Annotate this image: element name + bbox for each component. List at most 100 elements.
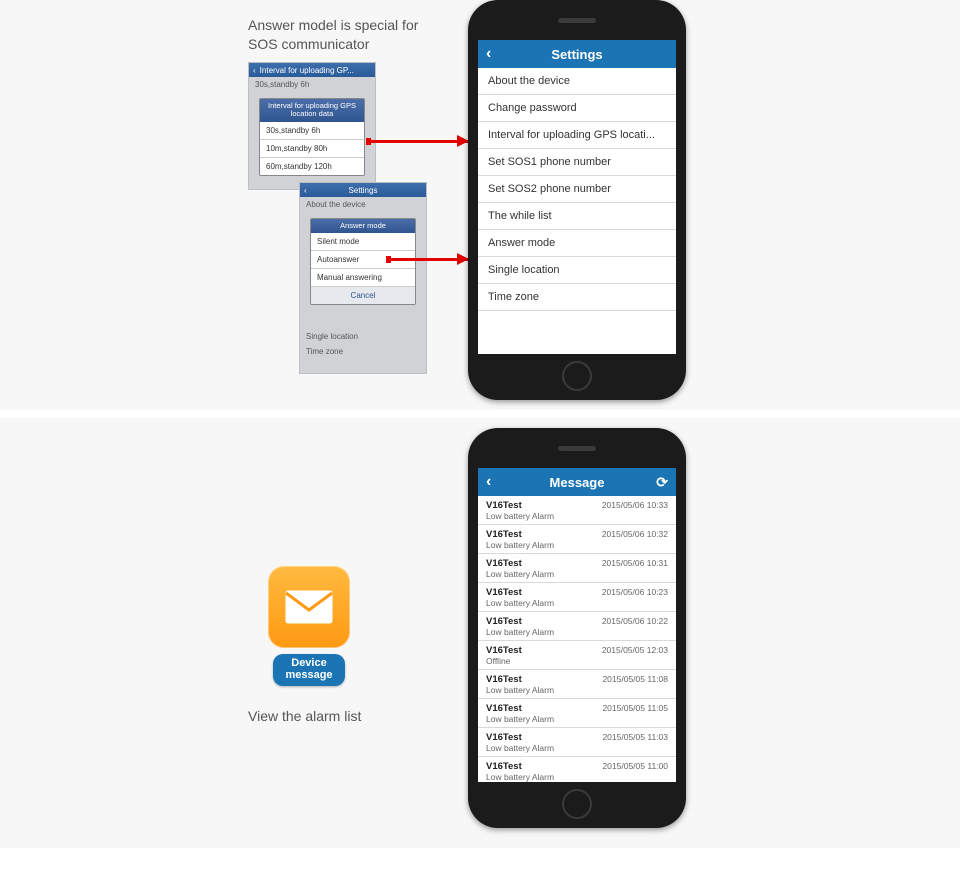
- msg-timestamp: 2015/05/05 11:03: [602, 732, 668, 753]
- msg-title: V16Test: [486, 645, 522, 656]
- mini-screenshot-answermode: ‹ Settings About the device Answer mode …: [299, 182, 427, 374]
- settings-row-about[interactable]: About the device: [478, 68, 676, 95]
- msg-title: V16Test: [486, 500, 554, 511]
- message-row[interactable]: V16TestLow battery Alarm 2015/05/05 11:08: [478, 670, 676, 699]
- msg-timestamp: 2015/05/06 10:23: [602, 587, 668, 608]
- phone-home-button[interactable]: [562, 361, 592, 391]
- view-alarm-caption: View the alarm list: [248, 708, 361, 724]
- arrow-to-interval: [368, 140, 468, 143]
- mini2-dialog-header: Answer mode: [311, 219, 415, 233]
- message-row[interactable]: V16TestLow battery Alarm 2015/05/05 11:05: [478, 699, 676, 728]
- messages-list[interactable]: V16TestLow battery Alarm2015/05/06 10:33…: [478, 496, 676, 782]
- mini2-header-title: Settings: [349, 186, 378, 195]
- mini1-opt-2[interactable]: 60m,standby 120h: [260, 158, 364, 175]
- message-row[interactable]: V16TestLow battery Alarm 2015/05/06 10:22: [478, 612, 676, 641]
- msg-title: V16Test: [486, 587, 554, 598]
- msg-subtitle: Low battery Alarm: [486, 772, 554, 782]
- mini2-header: ‹ Settings: [300, 183, 426, 197]
- section-messages: Device message View the alarm list ‹ Mes…: [0, 418, 960, 848]
- mini2-opt-2[interactable]: Manual answering: [311, 269, 415, 287]
- msg-subtitle: Low battery Alarm: [486, 685, 554, 695]
- msg-title: V16Test: [486, 761, 554, 772]
- phone-screen-messages: ‹ Message ⟳ V16TestLow battery Alarm2015…: [478, 468, 676, 782]
- msg-title: V16Test: [486, 732, 554, 743]
- section-settings: Answer model is special for SOS communic…: [0, 0, 960, 410]
- messages-title: Message: [478, 475, 676, 490]
- message-row[interactable]: V16TestLow battery Alarm 2015/05/06 10:31: [478, 554, 676, 583]
- settings-header: ‹ Settings: [478, 40, 676, 68]
- mini1-header: ‹ Interval for uploading GP...: [249, 63, 375, 77]
- back-icon: ‹: [253, 66, 256, 75]
- envelope-icon[interactable]: [268, 566, 350, 648]
- caption-line2: SOS communicator: [248, 36, 369, 52]
- caption-line1: Answer model is special for: [248, 17, 418, 33]
- msg-timestamp: 2015/05/05 11:08: [602, 674, 668, 695]
- mini2-opt-0[interactable]: Silent mode: [311, 233, 415, 251]
- msg-title: V16Test: [486, 616, 554, 627]
- settings-row-sos2[interactable]: Set SOS2 phone number: [478, 176, 676, 203]
- phone-home-button[interactable]: [562, 789, 592, 819]
- message-row[interactable]: V16TestLow battery Alarm 2015/05/05 11:00: [478, 757, 676, 782]
- msg-timestamp: 2015/05/06 10:31: [602, 558, 668, 579]
- mini2-cancel[interactable]: Cancel: [311, 287, 415, 304]
- phone-speaker: [558, 18, 596, 23]
- msg-title: V16Test: [486, 703, 554, 714]
- settings-row-interval[interactable]: Interval for uploading GPS locati...: [478, 122, 676, 149]
- settings-row-sos1[interactable]: Set SOS1 phone number: [478, 149, 676, 176]
- mini1-dialog-title-2: location data: [291, 109, 334, 118]
- mini1-opt-0[interactable]: 30s,standby 6h: [260, 122, 364, 140]
- refresh-icon[interactable]: ⟳: [656, 474, 668, 491]
- phone-messages: ‹ Message ⟳ V16TestLow battery Alarm2015…: [468, 428, 686, 828]
- msg-subtitle: Low battery Alarm: [486, 714, 554, 724]
- msg-subtitle: Low battery Alarm: [486, 540, 554, 550]
- mini2-post-0: Single location: [300, 329, 426, 344]
- settings-row-timezone[interactable]: Time zone: [478, 284, 676, 311]
- msg-timestamp: 2015/05/05 11:00: [602, 761, 668, 782]
- mini2-dialog: Answer mode Silent mode Autoanswer Manua…: [310, 218, 416, 305]
- message-row[interactable]: V16TestLow battery Alarm 2015/05/05 11:03: [478, 728, 676, 757]
- message-row[interactable]: V16TestLow battery Alarm2015/05/06 10:33: [478, 496, 676, 525]
- mini-screenshot-interval: ‹ Interval for uploading GP... 30s,stand…: [248, 62, 376, 190]
- device-label-1: Device: [291, 657, 326, 669]
- message-row[interactable]: V16TestOffline 2015/05/05 12:03: [478, 641, 676, 670]
- msg-subtitle: Low battery Alarm: [486, 569, 554, 579]
- msg-timestamp: 2015/05/06 10:32: [602, 529, 668, 550]
- settings-row-singleloc[interactable]: Single location: [478, 257, 676, 284]
- messages-header: ‹ Message ⟳: [478, 468, 676, 496]
- mini1-bg-row: 30s,standby 6h: [249, 77, 375, 92]
- back-icon: ‹: [304, 186, 307, 195]
- back-icon[interactable]: ‹: [486, 45, 491, 63]
- phone-screen-settings: ‹ Settings About the device Change passw…: [478, 40, 676, 354]
- mini1-opt-1[interactable]: 10m,standby 80h: [260, 140, 364, 158]
- settings-title: Settings: [478, 47, 676, 62]
- msg-timestamp: 2015/05/05 12:03: [602, 645, 668, 666]
- mini1-header-title: Interval for uploading GP...: [260, 66, 354, 75]
- device-label-2: message: [285, 669, 332, 681]
- phone-settings: ‹ Settings About the device Change passw…: [468, 0, 686, 400]
- msg-timestamp: 2015/05/06 10:22: [602, 616, 668, 637]
- message-row[interactable]: V16TestLow battery Alarm 2015/05/06 10:32: [478, 525, 676, 554]
- device-message-label: Device message: [273, 654, 344, 686]
- mini2-post-1: Time zone: [300, 344, 426, 359]
- back-icon[interactable]: ‹: [486, 473, 491, 491]
- caption-answer-model: Answer model is special for SOS communic…: [248, 16, 418, 54]
- settings-row-whilelist[interactable]: The while list: [478, 203, 676, 230]
- msg-subtitle: Low battery Alarm: [486, 598, 554, 608]
- mini2-prerow: About the device: [300, 197, 426, 212]
- msg-subtitle: Low battery Alarm: [486, 743, 554, 753]
- message-row[interactable]: V16TestLow battery Alarm 2015/05/06 10:23: [478, 583, 676, 612]
- msg-subtitle: Offline: [486, 656, 522, 666]
- arrow-to-answermode: [388, 258, 468, 261]
- settings-row-answermode[interactable]: Answer mode: [478, 230, 676, 257]
- phone-speaker: [558, 446, 596, 451]
- msg-title: V16Test: [486, 529, 554, 540]
- msg-timestamp: 2015/05/05 11:05: [602, 703, 668, 724]
- mini1-dialog-header: Interval for uploading GPS location data: [260, 99, 364, 122]
- mini1-dialog: Interval for uploading GPS location data…: [259, 98, 365, 176]
- msg-subtitle: Low battery Alarm: [486, 627, 554, 637]
- msg-title: V16Test: [486, 558, 554, 569]
- settings-row-changepw[interactable]: Change password: [478, 95, 676, 122]
- msg-title: V16Test: [486, 674, 554, 685]
- device-message-icon-block: Device message: [268, 566, 350, 686]
- msg-timestamp: 2015/05/06 10:33: [602, 500, 668, 521]
